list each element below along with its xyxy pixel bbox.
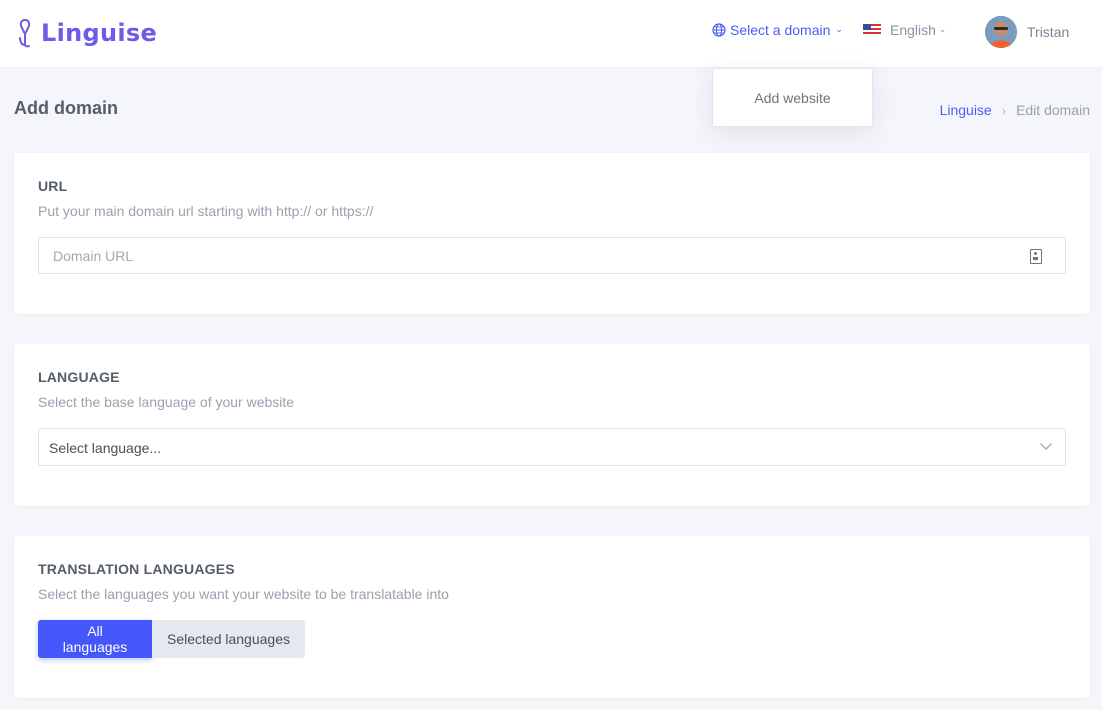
all-languages-button[interactable]: All languages	[38, 620, 152, 658]
avatar	[985, 16, 1017, 48]
domain-dropdown-menu: Add website	[712, 68, 873, 127]
language-card: LANGUAGE Select the base language of you…	[14, 344, 1090, 506]
base-language-select-value: Select language...	[49, 440, 162, 456]
language-section-title: LANGUAGE	[38, 369, 120, 385]
us-flag-icon	[863, 24, 881, 36]
domain-url-field	[38, 237, 1066, 274]
url-section-title: URL	[38, 178, 68, 194]
translation-section-description: Select the languages you want your websi…	[38, 586, 449, 602]
top-navbar: Linguise Select a domain ⌄ English ⌄ Tri…	[0, 0, 1102, 67]
domain-selector[interactable]: Select a domain ⌄	[712, 22, 843, 38]
chevron-down-icon: ⌄	[835, 23, 843, 34]
url-card: URL Put your main domain url starting wi…	[14, 153, 1090, 314]
translation-section-title: TRANSLATION LANGUAGES	[38, 561, 235, 577]
chevron-down-icon: ⌄	[938, 23, 947, 34]
add-website-menu-item[interactable]: Add website	[754, 90, 830, 106]
breadcrumb-current: Edit domain	[1016, 102, 1090, 118]
base-language-select[interactable]: Select language...	[38, 428, 1066, 466]
translation-languages-card: TRANSLATION LANGUAGES Select the languag…	[14, 536, 1090, 698]
brand-name: Linguise	[41, 19, 158, 47]
translation-mode-toggle: All languages Selected languages	[38, 620, 305, 658]
language-selector[interactable]: English ⌄	[863, 22, 946, 38]
chevron-right-icon: ›	[1001, 102, 1007, 118]
contact-card-icon	[1030, 249, 1042, 264]
page-title: Add domain	[14, 98, 118, 118]
user-menu[interactable]: Tristan	[985, 16, 1069, 48]
chevron-down-icon	[1040, 443, 1052, 450]
domain-selector-label: Select a domain	[730, 22, 831, 38]
breadcrumb: Linguise › Edit domain	[940, 102, 1090, 118]
brand-logo[interactable]: Linguise	[16, 18, 157, 48]
language-selector-label: English	[890, 22, 936, 38]
breadcrumb-link-linguise[interactable]: Linguise	[940, 102, 992, 118]
logo-icon	[19, 19, 31, 48]
domain-url-input[interactable]	[39, 238, 1065, 273]
url-section-description: Put your main domain url starting with h…	[38, 203, 374, 219]
selected-languages-button[interactable]: Selected languages	[152, 620, 305, 658]
user-name: Tristan	[1027, 24, 1070, 40]
globe-icon	[712, 23, 726, 37]
language-section-description: Select the base language of your website	[38, 394, 295, 410]
